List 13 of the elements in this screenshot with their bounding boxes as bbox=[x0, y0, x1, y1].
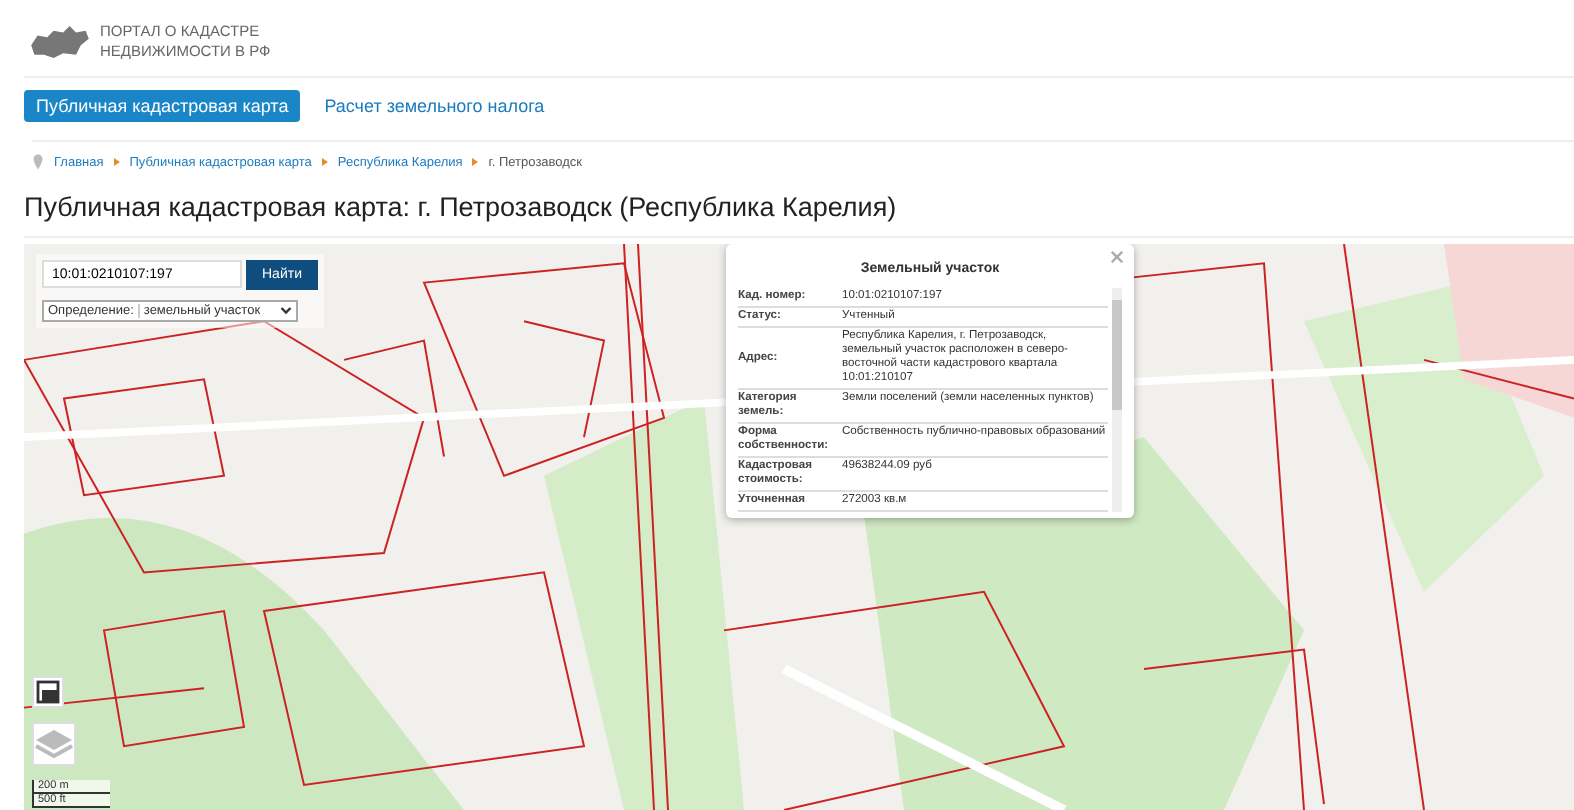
nav-tab[interactable]: Публичная кадастровая карта bbox=[24, 89, 301, 121]
scrollbar[interactable] bbox=[1112, 288, 1122, 512]
russia-map-logo-icon bbox=[28, 21, 92, 61]
dropdown-caret-icon bbox=[280, 306, 293, 316]
location-pin-icon bbox=[32, 154, 44, 170]
nav-tab[interactable]: Расчет земельного налога bbox=[312, 89, 557, 121]
close-icon[interactable] bbox=[1110, 250, 1126, 266]
breadcrumb-separator-icon bbox=[472, 158, 479, 166]
layers-button[interactable] bbox=[32, 722, 76, 766]
page-title: Публичная кадастровая карта: г. Петрозаводск (Республика Карелия) bbox=[24, 192, 1574, 238]
breadcrumb-separator-icon bbox=[113, 158, 120, 166]
breadcrumb-separator-icon bbox=[321, 158, 328, 166]
basemap-toggle-button[interactable] bbox=[32, 676, 64, 708]
